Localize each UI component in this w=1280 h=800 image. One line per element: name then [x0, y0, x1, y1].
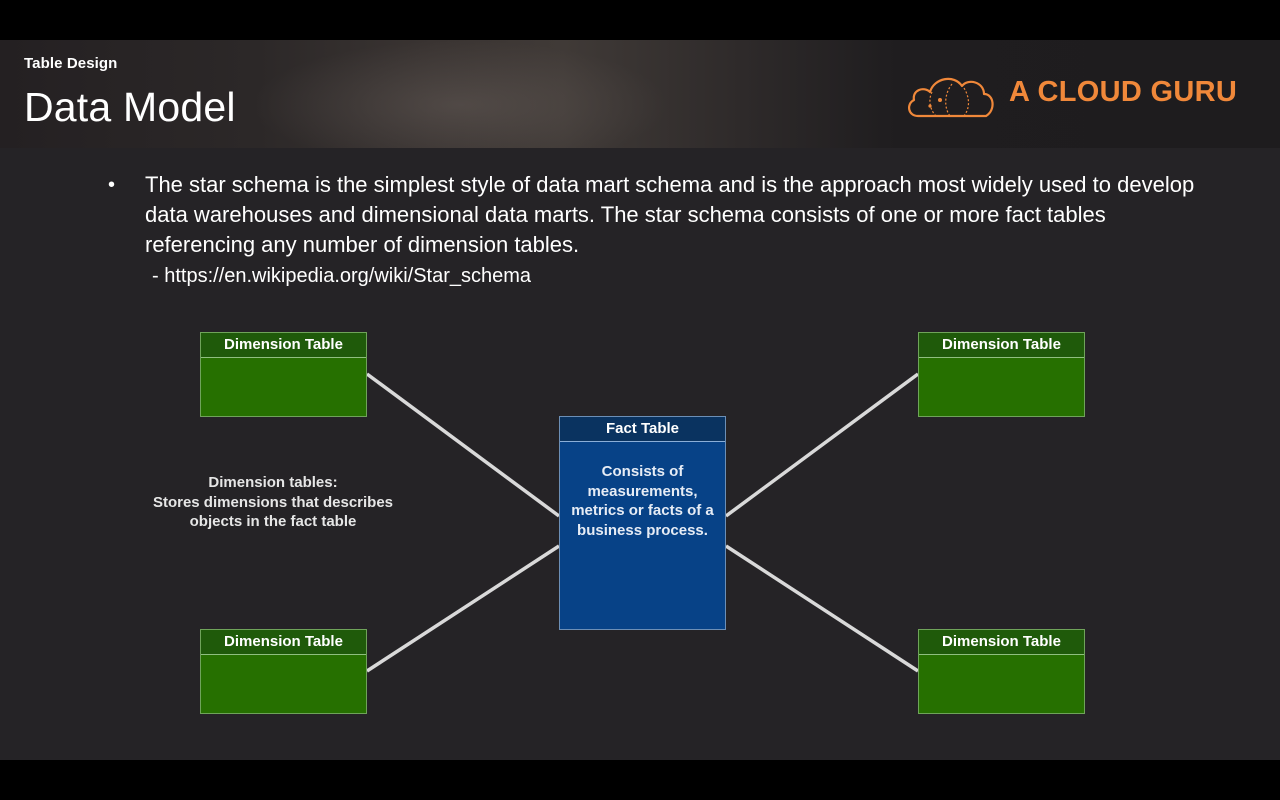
dimension-table-header: Dimension Table [919, 630, 1084, 655]
slide-stage: Table Design Data Model A CLOUD GURU • T… [0, 0, 1280, 800]
dimension-table-bottom-right: Dimension Table [918, 629, 1085, 714]
dimension-table-header: Dimension Table [201, 630, 366, 655]
dimension-table-header: Dimension Table [201, 333, 366, 358]
fact-table: Fact Table Consists of measurements, met… [559, 416, 726, 630]
connector-top-right [724, 372, 920, 518]
connector-bottom-right [725, 544, 919, 673]
dimension-table-top-right: Dimension Table [918, 332, 1085, 417]
fact-description-line: business process. [577, 521, 708, 539]
star-schema-connectors [365, 372, 920, 673]
dimension-table-top-left: Dimension Table [200, 332, 367, 417]
connector-bottom-left [366, 544, 560, 673]
dimension-table-header: Dimension Table [919, 333, 1084, 358]
fact-table-header: Fact Table [560, 417, 725, 442]
letterbox-bottom [0, 760, 1280, 800]
fact-description-line: Consists of [601, 463, 684, 480]
fact-table-description: Consists of measurements, metrics or fac… [560, 442, 725, 540]
dimension-tables-note: Dimension tables: Stores dimensions that… [148, 473, 398, 532]
fact-description-line: metrics or facts of a [571, 502, 714, 519]
fact-description-line: measurements, [587, 482, 698, 500]
slide: Table Design Data Model A CLOUD GURU • T… [0, 40, 1280, 760]
note-line: Stores dimensions that describes [152, 493, 394, 511]
note-line: objects in the fact table [189, 513, 357, 530]
note-line: Dimension tables: [208, 474, 338, 491]
dimension-table-bottom-left: Dimension Table [200, 629, 367, 714]
